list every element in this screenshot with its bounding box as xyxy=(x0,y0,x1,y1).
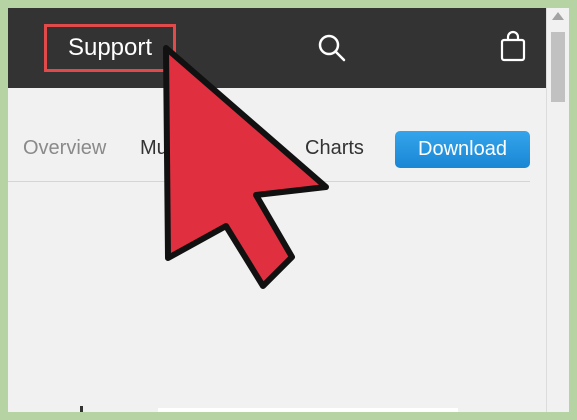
vertical-scrollbar[interactable] xyxy=(546,8,569,412)
content-fragment-bar xyxy=(158,408,458,412)
download-button[interactable]: Download xyxy=(395,131,530,168)
tab-charts[interactable]: Charts xyxy=(305,136,364,160)
scroll-thumb[interactable] xyxy=(551,32,565,102)
scroll-up-arrow-icon[interactable] xyxy=(552,12,564,20)
product-subnav: Overview Mu Charts Download xyxy=(8,88,546,190)
tab-overview[interactable]: Overview xyxy=(23,136,106,160)
support-link[interactable]: Support xyxy=(44,24,176,72)
search-icon[interactable] xyxy=(318,34,346,62)
shopping-bag-icon[interactable] xyxy=(500,30,526,62)
browser-viewport: Support Overview Mu Charts Download xyxy=(8,8,569,412)
tab-music[interactable]: Mu xyxy=(140,136,168,160)
content-fragment xyxy=(80,406,83,412)
global-nav-bar: Support xyxy=(8,8,546,88)
subnav-divider xyxy=(8,181,530,182)
